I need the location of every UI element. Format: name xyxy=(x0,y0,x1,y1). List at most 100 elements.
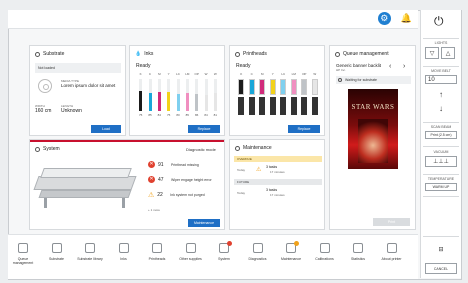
light-on-button[interactable]: ▽ xyxy=(425,47,439,59)
divider xyxy=(423,174,459,175)
overdue-row[interactable]: Today ⚠ 3 tasks 17 minutes xyxy=(234,164,322,176)
printheads-card[interactable]: Printheads Ready K C M Y LC LM OP W Replace xyxy=(229,45,325,136)
job-preview-image[interactable]: STAR WARS xyxy=(348,89,398,169)
waiting-label: Waiting for substrate xyxy=(345,78,377,82)
poster-text: STAR WARS xyxy=(351,103,395,111)
job-sub: HP Inc. xyxy=(336,68,346,72)
ink-level-bar xyxy=(176,94,180,111)
feed-icon[interactable]: ⊟ xyxy=(425,242,457,256)
substrate-card[interactable]: Substrate Not loaded MEDIA TYPE Lorem ip… xyxy=(29,45,126,136)
ink-channel-labels: K C M Y LC LM OP W W xyxy=(136,72,220,76)
diagnostics-icon xyxy=(252,243,263,253)
card-title: Queue management xyxy=(343,51,389,57)
nav-item[interactable]: About printer xyxy=(378,243,406,261)
poster-art xyxy=(358,119,388,163)
chevron-left-icon[interactable]: ‹ xyxy=(389,63,391,70)
maintenance-icon xyxy=(286,241,299,253)
chevron-right-icon[interactable]: › xyxy=(403,63,405,70)
ink-channel-label: Y xyxy=(167,72,170,76)
printhead-slot[interactable] xyxy=(238,79,245,115)
alert-row[interactable]: ✕ 91 Printhead missing xyxy=(148,159,224,170)
warning-badge-icon xyxy=(294,241,299,246)
alert-row[interactable]: ✕ 47 Wiper engage height error xyxy=(148,174,224,185)
printhead-slot[interactable] xyxy=(301,79,308,115)
nav-item[interactable]: Substrate xyxy=(43,243,71,261)
future-row[interactable]: Today 3 tasks 17 minutes xyxy=(234,187,322,199)
inks-status: Ready xyxy=(136,63,151,69)
ink-level-value: 84 xyxy=(204,113,208,117)
control-panel: ⏻ LIGHTS ▽ △ MOVE BELT 10 ↑ ↓ SCAN BEAM … xyxy=(420,10,461,278)
nav-label: Statistics xyxy=(350,257,365,261)
supplies-icon xyxy=(185,243,196,253)
nav-item[interactable]: Calibrations xyxy=(311,243,339,261)
nav-label: Substrate library xyxy=(77,257,103,261)
nav-item[interactable]: Maintenance xyxy=(277,241,305,261)
ink-level-value: 75 xyxy=(138,113,143,117)
nav-item[interactable]: Printheads xyxy=(143,243,171,261)
gear-icon[interactable]: ⚙ xyxy=(377,12,391,25)
cancel-button[interactable]: CANCEL xyxy=(425,263,457,274)
nav-item[interactable]: Substrate library xyxy=(76,243,104,261)
more-alerts-link[interactable]: + 1 more xyxy=(148,208,160,212)
inks-card[interactable]: 💧 Inks Ready K C M Y LC LM OP W W 75 85 84 75 80 85 86… xyxy=(129,45,225,136)
printhead-slot[interactable] xyxy=(259,79,266,115)
arrow-up-icon[interactable]: ↑ xyxy=(425,88,457,100)
temperature-label: TEMPERATURE xyxy=(427,177,455,181)
vacuum-toggle[interactable]: ⊥⊥⊥ xyxy=(425,156,457,167)
row-duration: 17 minutes xyxy=(270,170,285,174)
warning-icon: ⚠ xyxy=(148,191,155,199)
scan-beam-select[interactable]: Print (2.5 cm) xyxy=(425,131,457,139)
alert-code: 22 xyxy=(157,191,163,198)
replace-inks-button[interactable]: Replace xyxy=(188,125,220,133)
system-card[interactable]: System Diagnostic mode ✕ 91 Printhead miss… xyxy=(29,139,225,230)
power-icon[interactable]: ⏻ xyxy=(434,14,444,29)
nav-item[interactable]: Inks xyxy=(110,243,138,261)
alert-row[interactable]: ⚠ 22 Ink system not purged xyxy=(148,189,224,200)
nav-item[interactable]: System xyxy=(210,241,238,261)
alert-code: 47 xyxy=(158,176,164,183)
width-value: 160 cm xyxy=(35,108,52,114)
ink-level-value: 85 xyxy=(185,113,189,117)
temperature-select[interactable]: WARM UP xyxy=(425,183,457,191)
light-off-button[interactable]: △ xyxy=(441,47,455,59)
arrow-down-icon[interactable]: ↓ xyxy=(425,102,457,114)
nav-item[interactable]: Other supplies xyxy=(177,243,205,261)
ink-level-value: 85 xyxy=(148,113,152,117)
error-icon: ✕ xyxy=(148,161,155,168)
bell-icon[interactable]: 🔔 xyxy=(401,13,412,24)
maintenance-button[interactable]: Maintenance xyxy=(188,219,220,227)
job-status: Waiting for substrate xyxy=(336,76,411,84)
ink-level-chart xyxy=(136,79,220,111)
print-button[interactable]: Print xyxy=(373,218,410,226)
printhead-radio-icon xyxy=(235,51,240,57)
statistics-icon xyxy=(353,243,363,253)
card-title: Printheads xyxy=(243,51,267,57)
ink-level-bar xyxy=(185,92,189,111)
printhead-slot[interactable] xyxy=(280,79,287,115)
error-badge-icon xyxy=(227,241,232,246)
nav-label: Inks xyxy=(120,257,127,261)
printhead-slot[interactable] xyxy=(290,79,297,115)
nav-item[interactable]: Diagnostics xyxy=(244,243,272,261)
ink-channel-label: LM xyxy=(185,72,190,76)
printhead-slot[interactable] xyxy=(248,79,255,115)
ink-drop-icon: 💧 xyxy=(135,51,142,57)
ink-channel-label: K xyxy=(139,72,142,76)
future-header: FUTURE xyxy=(234,179,322,185)
load-button[interactable]: Load xyxy=(91,125,121,133)
movebelt-input[interactable]: 10 xyxy=(425,75,457,84)
system-icon xyxy=(219,241,232,253)
printhead-slot[interactable] xyxy=(269,79,276,115)
printhead-label: C xyxy=(250,72,253,76)
library-icon xyxy=(85,243,95,253)
nav-item[interactable]: Statistics xyxy=(344,243,372,261)
printhead-label: K xyxy=(240,72,243,76)
nav-label: Printheads xyxy=(148,257,166,261)
nav-label: Substrate xyxy=(49,257,64,261)
queue-card[interactable]: Queue management Generic banner backlit … xyxy=(329,45,416,230)
printhead-slot[interactable] xyxy=(311,79,318,115)
replace-printheads-button[interactable]: Replace xyxy=(288,125,320,133)
nav-item[interactable]: Queue management xyxy=(9,243,37,265)
maintenance-card[interactable]: Maintenance OVERDUE Today ⚠ 3 tasks 17 m… xyxy=(229,139,325,230)
media-type-value: Lorem ipsum dolor sit amet xyxy=(61,83,116,88)
